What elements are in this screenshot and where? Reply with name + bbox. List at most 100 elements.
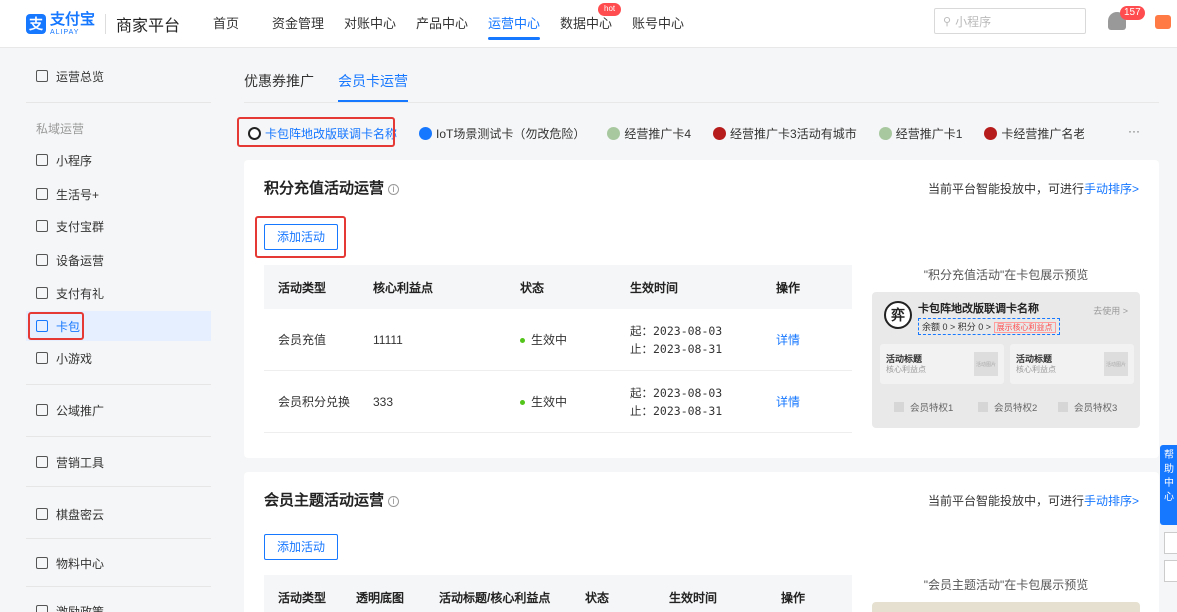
privilege-label: 会员特权3 xyxy=(1074,403,1118,414)
cell-time: 起：2023-08-03 止：2023-08-31 xyxy=(630,322,776,358)
materials-icon xyxy=(36,557,48,569)
sidebar-divider xyxy=(26,586,211,587)
privilege-icon xyxy=(1058,402,1068,412)
manual-sort-link[interactable]: 手动排序> xyxy=(1084,182,1139,196)
theme-card-preview xyxy=(872,602,1140,612)
headset-icon[interactable] xyxy=(1164,532,1177,554)
sidebar-group-private: 私域运营 xyxy=(36,122,85,136)
sidebar-item-miniapp[interactable]: 小程序 xyxy=(36,150,92,170)
incentive-icon xyxy=(36,605,48,612)
miniapp-icon xyxy=(36,154,48,166)
info-icon[interactable]: i xyxy=(388,495,400,507)
sidebar-item-chess[interactable]: 棋盘密云 xyxy=(36,504,104,524)
alipay-logo-icon: 支 xyxy=(26,14,46,34)
device-icon xyxy=(36,254,48,266)
card-logo-icon xyxy=(607,126,621,140)
cell-benefit: 11111 xyxy=(373,332,403,347)
nav-account[interactable]: 账号中心 xyxy=(632,0,684,48)
card-chip[interactable]: 经营推广卡3活动有城市 xyxy=(713,125,857,142)
info-icon[interactable]: i xyxy=(388,183,400,195)
preview-tag: 展示核心利益点 xyxy=(993,322,1056,333)
logo-divider xyxy=(105,14,107,34)
tab-coupon[interactable]: 优惠券推广 xyxy=(244,64,314,102)
platform-name: 商家平台 xyxy=(116,18,181,35)
preview-privilege: 会员特权3 xyxy=(1058,400,1117,414)
card-chip-label: IoT场景测试卡（勿改危险） xyxy=(436,126,586,141)
card-chip-label: 经营推广卡3活动有城市 xyxy=(730,126,857,141)
detail-link[interactable]: 详情 xyxy=(776,331,852,348)
nav-home[interactable]: 首页 xyxy=(200,0,252,48)
sidebar-item-marketing[interactable]: 营销工具 xyxy=(36,452,104,472)
table-row: 会员充值 11111 生效中 起：2023-08-03 止：2023-08-31 … xyxy=(264,309,852,371)
theme-activity-panel: 会员主题活动运营 i 当前平台智能投放中，可进行手动排序> 添加活动 活动类型 透… xyxy=(244,472,1159,612)
add-activity-button[interactable]: 添加活动 xyxy=(264,534,339,560)
sidebar-item-group[interactable]: 支付宝群 xyxy=(36,216,104,236)
sidebar-item-life[interactable]: 生活号+ xyxy=(36,184,99,204)
sidebar-item-paygift[interactable]: 支付有礼 xyxy=(36,283,104,303)
points-table: 活动类型 核心利益点 状态 生效时间 操作 会员充值 11111 生效中 起：2… xyxy=(264,265,852,433)
group-icon xyxy=(36,220,48,232)
preview-box-image: 活动图片 xyxy=(974,352,998,376)
alipay-logo[interactable]: 支 支付宝 ALIPAY 商家平台 xyxy=(26,8,180,40)
notification-badge: 157 xyxy=(1120,6,1145,20)
card-logo-icon: 弈 xyxy=(884,301,912,329)
table-header: 活动类型 透明底图 活动标题/核心利益点 状态 生效时间 操作 xyxy=(264,575,852,612)
card-chip[interactable]: 经营推广卡1 xyxy=(878,125,962,142)
sidebar-item-label: 物料中心 xyxy=(56,556,105,571)
nav-data[interactable]: 数据中心 hot xyxy=(560,0,622,48)
sidebar-item-label: 棋盘密云 xyxy=(56,507,105,522)
sidebar-item-materials[interactable]: 物料中心 xyxy=(36,553,104,573)
panel-title-text: 积分充值活动运营 xyxy=(264,180,385,197)
tabs-divider xyxy=(244,102,1159,103)
sidebar-item-label: 设备运营 xyxy=(56,253,105,268)
sidebar-item-incentive[interactable]: 激励政策 xyxy=(36,601,104,612)
main-nav: 首页 资金管理 对账中心 产品中心 运营中心 数据中心 hot 账号中心 xyxy=(200,0,684,48)
cell-status: 生效中 xyxy=(520,393,630,410)
col-type: 活动类型 xyxy=(278,280,327,295)
card-chip[interactable]: 经营推广卡4 xyxy=(607,125,691,142)
card-chip[interactable]: IoT场景测试卡（勿改危险） xyxy=(419,125,585,142)
sidebar-item-label: 小游戏 xyxy=(56,351,93,366)
privilege-label: 会员特权2 xyxy=(994,403,1038,414)
sidebar-item-public[interactable]: 公域推广 xyxy=(36,400,104,420)
language-icon[interactable] xyxy=(1155,15,1171,29)
tools-icon xyxy=(36,456,48,468)
time-end: 止：2023-08-31 xyxy=(630,403,723,418)
nav-reconciliation[interactable]: 对账中心 xyxy=(344,0,396,48)
card-logo-icon xyxy=(713,126,727,140)
sidebar-item-overview[interactable]: 运营总览 xyxy=(36,66,104,86)
cell-type: 会员充值 xyxy=(278,333,327,347)
col-type: 活动类型 xyxy=(278,590,327,605)
feedback-icon[interactable] xyxy=(1164,560,1177,582)
search-placeholder: 小程序 xyxy=(955,14,992,29)
detail-link[interactable]: 详情 xyxy=(776,393,852,410)
tab-membercard[interactable]: 会员卡运营 xyxy=(338,64,408,102)
card-chip[interactable]: 卡经营推广名老客无 xyxy=(984,125,1084,142)
preview-card-name: 卡包阵地改版联调卡名称 xyxy=(918,303,1039,315)
sidebar-item-label: 激励政策 xyxy=(56,604,105,612)
sidebar: 运营总览 私域运营 小程序 生活号+ 支付宝群 设备运营 支付有礼 卡包 小游戏… xyxy=(0,48,211,612)
sidebar-item-device[interactable]: 设备运营 xyxy=(36,250,104,270)
manual-sort-link[interactable]: 手动排序> xyxy=(1084,494,1139,508)
cloud-icon xyxy=(36,508,48,520)
more-cards-button[interactable]: ··· xyxy=(1128,124,1140,138)
sidebar-item-game[interactable]: 小游戏 xyxy=(36,348,92,368)
nav-operations[interactable]: 运营中心 xyxy=(488,0,540,48)
nav-products[interactable]: 产品中心 xyxy=(416,0,468,48)
help-center-tab[interactable]: 帮助中心 xyxy=(1160,445,1177,525)
col-action: 操作 xyxy=(781,590,806,605)
sidebar-item-label: 运营总览 xyxy=(56,69,105,84)
col-image: 透明底图 xyxy=(356,590,405,605)
nav-funds[interactable]: 资金管理 xyxy=(272,0,324,48)
cell-type: 会员积分兑换 xyxy=(278,395,351,409)
gift-icon xyxy=(36,287,48,299)
search-input[interactable]: ⚲ 小程序 xyxy=(934,8,1086,34)
sort-hint: 当前平台智能投放中，可进行手动排序> xyxy=(928,492,1139,509)
sidebar-item-label: 生活号+ xyxy=(56,187,100,202)
sidebar-item-label: 小程序 xyxy=(56,153,93,168)
preview-privilege: 会员特权1 xyxy=(894,400,953,414)
theme-table: 活动类型 透明底图 活动标题/核心利益点 状态 生效时间 操作 xyxy=(264,575,852,612)
preview-balance: 余额 0 > 积分 0 > 展示核心利益点 xyxy=(918,318,1060,335)
sidebar-divider xyxy=(26,436,211,437)
card-logo-icon xyxy=(878,126,892,140)
